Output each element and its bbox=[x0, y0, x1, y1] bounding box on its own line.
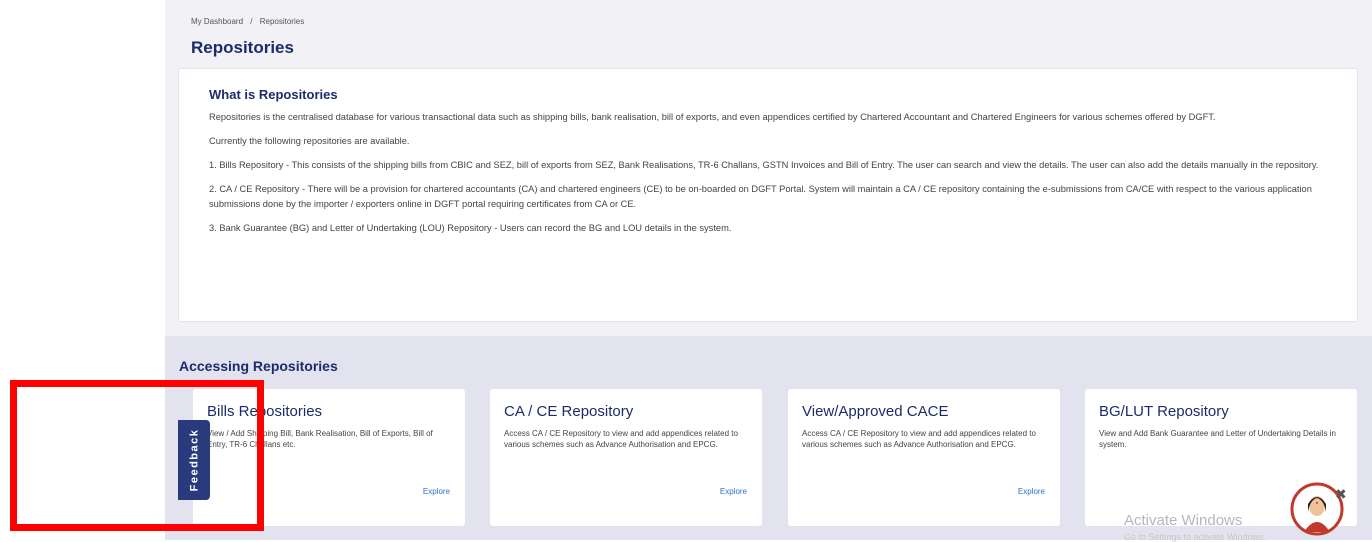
info-paragraph: 3. Bank Guarantee (BG) and Letter of Und… bbox=[209, 223, 732, 233]
tile-ca-ce-repository[interactable]: CA / CE Repository Access CA / CE Reposi… bbox=[490, 389, 762, 526]
info-heading: What is Repositories bbox=[209, 87, 338, 102]
info-paragraph: 2. CA / CE Repository - There will be a … bbox=[209, 184, 1312, 209]
explore-link[interactable]: Explore bbox=[720, 487, 747, 496]
highlight-box bbox=[10, 380, 264, 531]
explore-link[interactable]: Explore bbox=[1018, 487, 1045, 496]
breadcrumb-dashboard-link[interactable]: My Dashboard bbox=[191, 17, 243, 26]
explore-link[interactable]: Explore bbox=[423, 487, 450, 496]
activate-windows-watermark: Activate Windows bbox=[1124, 512, 1243, 529]
tile-title: CA / CE Repository bbox=[504, 403, 634, 420]
breadcrumb-separator: / bbox=[250, 17, 253, 26]
tile-title: BG/LUT Repository bbox=[1099, 403, 1229, 420]
breadcrumb-current: Repositories bbox=[259, 17, 305, 26]
main-content: My Dashboard / Repositories Repositories… bbox=[165, 0, 1372, 540]
section-title: Accessing Repositories bbox=[179, 358, 338, 374]
tile-description: Access CA / CE Repository to view and ad… bbox=[802, 429, 1036, 449]
tile-view-approved-cace[interactable]: View/Approved CACE Access CA / CE Reposi… bbox=[788, 389, 1060, 526]
activate-windows-subtitle: Go to Settings to activate Windows. bbox=[1124, 532, 1267, 542]
close-icon[interactable]: ✖ bbox=[1335, 486, 1347, 503]
accessing-repositories-section: Accessing Repositories Bills Repositorie… bbox=[165, 336, 1372, 540]
tile-description: Access CA / CE Repository to view and ad… bbox=[504, 429, 738, 449]
info-paragraph: Repositories is the centralised database… bbox=[209, 112, 1216, 122]
info-paragraph: Currently the following repositories are… bbox=[209, 136, 410, 146]
info-card: What is Repositories Repositories is the… bbox=[178, 68, 1358, 322]
breadcrumb: My Dashboard / Repositories bbox=[191, 17, 304, 26]
tile-title: View/Approved CACE bbox=[802, 403, 949, 420]
info-paragraph: 1. Bills Repository - This consists of t… bbox=[209, 160, 1319, 170]
page-title: Repositories bbox=[191, 38, 294, 57]
tile-description: View and Add Bank Guarantee and Letter o… bbox=[1099, 429, 1336, 449]
